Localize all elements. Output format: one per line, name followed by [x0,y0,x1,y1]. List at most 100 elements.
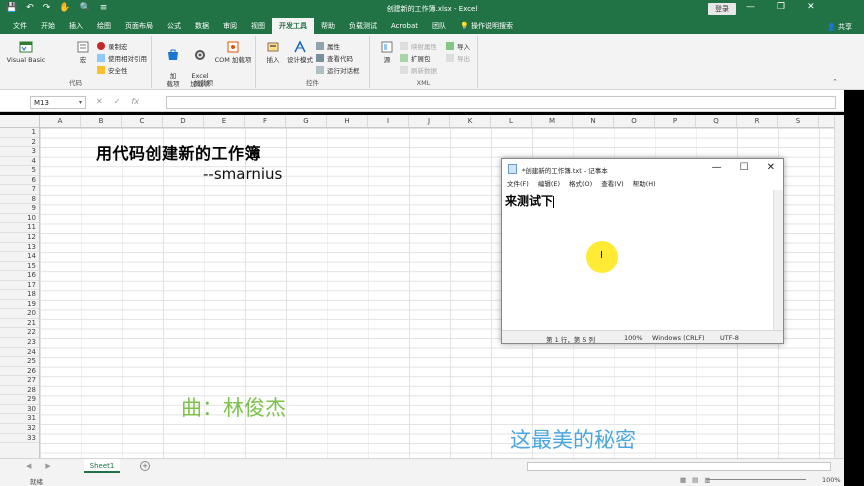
row-header[interactable]: 26 [0,367,39,377]
row-header[interactable]: 4 [0,157,39,167]
page-layout-view-icon[interactable]: ▤ [692,476,698,484]
row-header[interactable]: 1 [0,128,39,138]
tab-developer[interactable]: 开发工具 [272,18,314,34]
column-header[interactable]: O [614,115,655,127]
row-header[interactable]: 3 [0,147,39,157]
row-header[interactable]: 32 [0,424,39,434]
cancel-icon[interactable]: ✕ [96,97,103,106]
tab-acrobat[interactable]: Acrobat [384,18,425,34]
view-code-button[interactable]: 查看代码 [316,53,353,63]
com-addins-button[interactable]: COM 加载项 [212,40,254,64]
login-button[interactable]: 登录 [708,3,736,15]
properties-button[interactable]: 属性 [316,41,340,51]
name-box[interactable]: M13 ▾ [30,96,86,109]
menu-format[interactable]: 格式(O) [569,179,592,190]
tab-data[interactable]: 数据 [188,18,216,34]
horizontal-scrollbar[interactable] [527,462,831,471]
next-sheet-icon[interactable]: ▶ [45,462,50,470]
row-header[interactable]: 31 [0,414,39,424]
menu-file[interactable]: 文件(F) [507,179,529,190]
row-header[interactable]: 24 [0,348,39,358]
row-header[interactable]: 28 [0,386,39,396]
column-header[interactable]: N [573,115,614,127]
tab-help[interactable]: 帮助 [314,18,342,34]
tab-formulas[interactable]: 公式 [160,18,188,34]
row-header[interactable]: 5 [0,166,39,176]
export-button[interactable]: 导出 [446,53,470,63]
run-dialog-button[interactable]: 运行对话框 [316,65,360,75]
notepad-scrollbar[interactable] [773,190,783,332]
collapse-ribbon-icon[interactable]: ⌃ [832,78,838,86]
xml-source-button[interactable]: 源 [376,40,398,64]
column-header[interactable]: S [778,115,819,127]
tab-file[interactable]: 文件 [6,18,34,34]
column-header[interactable]: H [327,115,368,127]
row-header[interactable]: 8 [0,195,39,205]
sheet-tab-sheet1[interactable]: Sheet1 [84,459,120,473]
row-header[interactable]: 15 [0,262,39,272]
vertical-scrollbar[interactable] [834,115,844,458]
column-header[interactable]: P [655,115,696,127]
column-header[interactable]: M [532,115,573,127]
tab-home[interactable]: 开始 [34,18,62,34]
enter-icon[interactable]: ✓ [114,97,121,106]
tab-review[interactable]: 审阅 [216,18,244,34]
share-button[interactable]: 👤 共享 [827,22,852,32]
row-header[interactable]: 17 [0,281,39,291]
column-header[interactable]: C [122,115,163,127]
row-header[interactable]: 30 [0,405,39,415]
visual-basic-button[interactable]: Visual Basic [4,40,48,64]
row-header[interactable]: 18 [0,290,39,300]
tab-page-layout[interactable]: 页面布局 [118,18,160,34]
row-header[interactable]: 16 [0,271,39,281]
column-header[interactable]: I [368,115,409,127]
row-header[interactable]: 9 [0,204,39,214]
row-header[interactable]: 2 [0,138,39,148]
column-header[interactable]: J [409,115,450,127]
insert-function-icon[interactable]: fx [131,97,139,106]
row-header[interactable]: 11 [0,223,39,234]
formula-input[interactable] [166,96,836,109]
page-break-view-icon[interactable]: ▥ [704,476,710,484]
column-header[interactable]: G [286,115,327,127]
tab-draw[interactable]: 绘图 [90,18,118,34]
tab-load-test[interactable]: 负载测试 [342,18,384,34]
close-icon[interactable]: ✕ [767,162,775,173]
insert-control-button[interactable]: 插入 [262,40,284,64]
row-header[interactable]: 12 [0,233,39,243]
menu-view[interactable]: 查看(V) [601,179,624,190]
column-header[interactable]: L [491,115,532,127]
column-header[interactable]: E [204,115,245,127]
normal-view-icon[interactable]: ▦ [680,476,686,484]
row-header[interactable]: 27 [0,376,39,386]
row-header[interactable]: 29 [0,395,39,405]
row-header[interactable]: 22 [0,328,39,339]
close-icon[interactable]: ✕ [807,2,815,12]
tab-view[interactable]: 视图 [244,18,272,34]
row-header[interactable]: 33 [0,434,39,444]
record-macro-button[interactable]: 录制宏 [97,41,128,51]
zoom-percentage[interactable]: 100% [822,476,841,484]
menu-edit[interactable]: 编辑(E) [538,179,560,190]
row-header[interactable]: 23 [0,338,39,348]
column-header[interactable]: K [450,115,491,127]
tab-team[interactable]: 团队 [425,18,453,34]
row-header[interactable]: 6 [0,176,39,186]
column-header[interactable]: R [737,115,778,127]
row-header[interactable]: 19 [0,300,39,310]
expansion-packs-button[interactable]: 扩展包 [400,53,431,63]
map-properties-button[interactable]: 映射属性 [400,41,437,51]
minimize-icon[interactable]: — [746,2,755,12]
import-button[interactable]: 导入 [446,41,470,51]
column-header[interactable]: Q [696,115,737,127]
column-header[interactable]: B [81,115,122,127]
refresh-data-button[interactable]: 刷新数据 [400,65,437,75]
add-sheet-icon[interactable]: + [140,461,150,471]
column-header[interactable]: D [163,115,204,127]
zoom-slider[interactable] [706,479,806,480]
minimize-icon[interactable]: — [712,162,722,173]
relative-reference-button[interactable]: 使用相对引用 [97,53,147,63]
row-header[interactable]: 20 [0,309,39,319]
row-header[interactable]: 10 [0,214,39,224]
design-mode-button[interactable]: 设计模式 [286,40,314,64]
